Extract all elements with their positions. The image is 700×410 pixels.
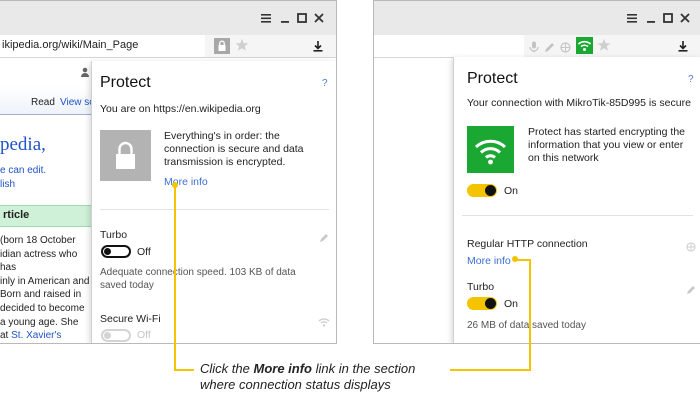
wiki-line: Born and raised in [0,289,82,301]
close-icon[interactable] [679,12,691,24]
more-info-link[interactable]: More info [467,255,511,267]
turbo-description: Adequate connection speed. 103 KB of dat… [100,267,296,291]
microphone-icon[interactable] [529,40,539,58]
callout-line-1: Click the More info link in the section [200,361,415,377]
divider [100,209,329,210]
wifi-icon [467,126,514,173]
wiki-line: a young age. She [0,316,79,328]
lock-icon [100,130,151,181]
popup-title: Protect [100,74,151,91]
callout-text: Click the More info link in the section … [200,361,415,393]
callout-line-left-horizontal [174,369,194,371]
help-icon[interactable]: ? [688,74,694,85]
wiki-line-prefix: at [0,330,9,342]
maximize-icon[interactable] [296,12,308,24]
maximize-icon[interactable] [662,12,674,24]
left-address-bar[interactable]: ikipedia.org/wiki/Main_Page [0,35,336,58]
minimize-icon[interactable] [279,12,291,24]
wiki-heading[interactable]: pedia, [0,134,46,156]
download-icon[interactable] [676,39,690,53]
callout-line-left-vertical [174,185,176,370]
connection-line: Your connection with MikroTik-85D995 is … [467,97,691,109]
url-text: ikipedia.org/wiki/Main_Page [2,39,139,51]
right-address-bar[interactable] [374,35,700,58]
callout-post: link in the section [315,361,416,376]
tab-read[interactable]: Read [31,97,55,108]
globe-icon[interactable] [560,40,571,58]
left-titlebar [0,1,336,35]
featured-article-title: rticle [3,209,30,221]
protect-popup-right: Protect ? Your connection with MikroTik-… [453,57,700,343]
right-titlebar [374,1,700,35]
turbo-description: 26 MB of data saved today [467,320,586,331]
toggle-knob [104,332,111,339]
callout-line-right-vertical [529,259,531,371]
pencil-icon[interactable] [544,40,555,58]
connection-status-text: Everything's in order: the connection is… [164,130,304,168]
url-field[interactable]: ikipedia.org/wiki/Main_Page [0,35,205,57]
encryption-state: On [504,185,519,197]
toggle-knob [485,185,496,196]
wifi-icon[interactable] [576,37,593,54]
encryption-status-text: Protect has started encrypting the infor… [528,126,686,164]
lock-icon[interactable] [214,38,230,54]
left-browser-window: ikipedia.org/wiki/Main_Page Read View so… [0,0,337,344]
tab-view-source[interactable]: View so [60,97,95,108]
turbo-state: Off [137,246,151,258]
toggle-knob [485,298,496,309]
turbo-toggle[interactable] [101,245,131,258]
wiki-article-body: (born 18 October idian actress who has i… [0,234,91,343]
url-field[interactable] [374,35,524,57]
wiki-edit-line[interactable]: e can edit. [0,165,46,176]
http-connection-label: Regular HTTP connection [467,238,588,250]
secure-wifi-toggle[interactable] [101,329,131,342]
menu-icon[interactable] [626,12,638,24]
star-icon[interactable] [597,38,611,52]
callout-pre: Click the [200,361,250,376]
wiki-line: idian actress who has [0,248,78,274]
right-browser-window: Protect ? Your connection with MikroTik-… [373,0,700,344]
wifi-icon [318,314,330,332]
turbo-state: On [504,298,519,310]
divider [462,215,693,216]
featured-article-box: rticle [0,205,91,227]
wiki-line: inly in American and [0,275,90,287]
wiki-link-st-xaviers[interactable]: St. Xavier's [11,330,61,341]
menu-icon[interactable] [260,12,272,24]
toggle-knob [104,248,111,255]
wiki-line-last: at St. Xavier's [0,329,91,343]
wiki-line: decided to become [0,302,85,314]
popup-title: Protect [467,70,518,87]
site-line: You are on https://en.wikipedia.org [100,103,261,115]
pencil-icon[interactable] [686,282,696,300]
globe-icon [686,239,696,257]
callout-bold: More info [253,361,312,376]
turbo-label: Turbo [467,281,495,293]
user-icon[interactable] [80,64,90,82]
more-info-link[interactable]: More info [164,176,208,188]
wiki-lish-line[interactable]: lish [0,179,15,190]
pencil-icon[interactable] [319,230,329,248]
callout-line-right-horizontal [450,369,531,371]
wiki-line: (born 18 October [0,235,76,246]
encryption-toggle[interactable] [467,184,497,197]
turbo-label: Turbo [100,229,128,241]
download-icon[interactable] [311,39,325,53]
secure-wifi-state: Off [137,329,151,341]
secure-wifi-label: Secure Wi-Fi [100,313,161,325]
star-icon[interactable] [235,38,249,52]
callout-line-2: where connection status displays [200,377,391,392]
minimize-icon[interactable] [645,12,657,24]
turbo-toggle[interactable] [467,297,497,310]
protect-popup-left: Protect ? You are on https://en.wikipedi… [91,61,336,343]
help-icon[interactable]: ? [322,78,328,89]
tab-divider [0,114,91,115]
close-icon[interactable] [313,12,325,24]
callout-line-right-top [515,259,530,261]
